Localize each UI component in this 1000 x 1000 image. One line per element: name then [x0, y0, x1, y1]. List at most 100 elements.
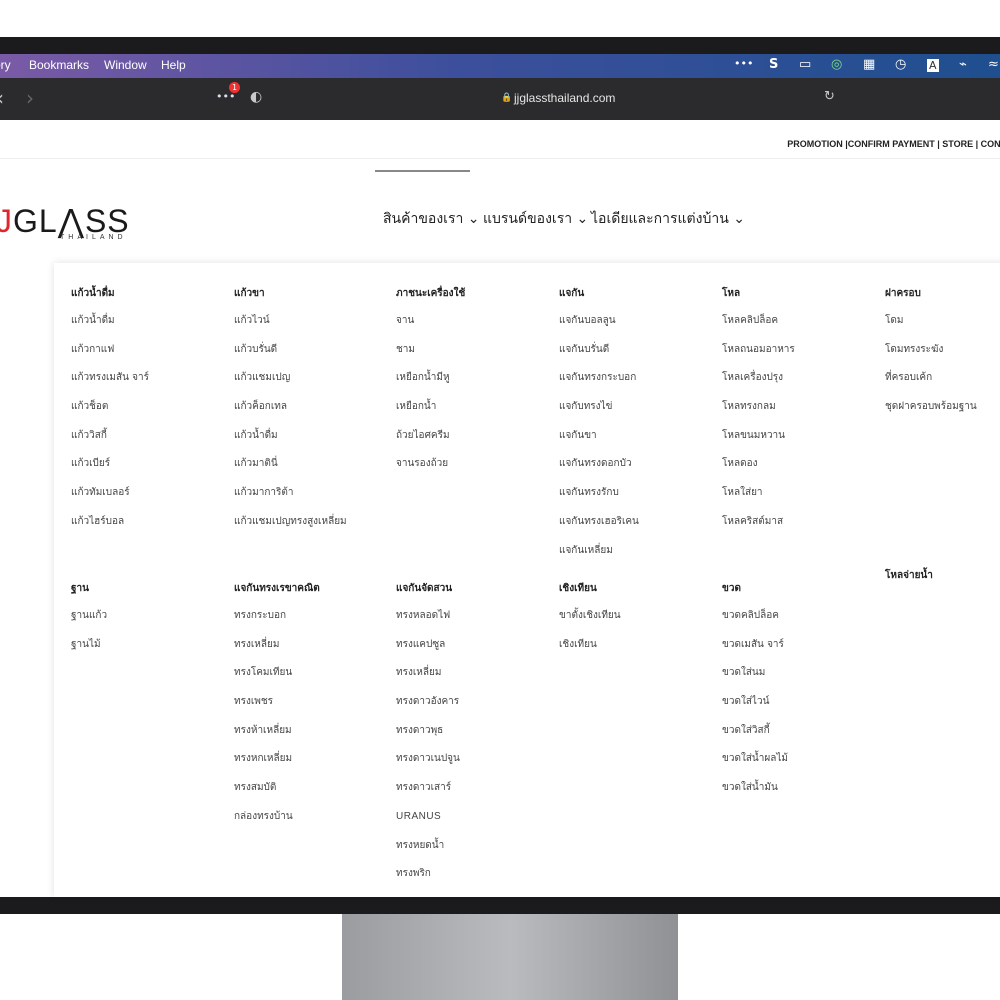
- menu-column-heading[interactable]: ภาชนะเครื่องใช้: [396, 286, 556, 304]
- menu-link[interactable]: แจกันทรงดอกบัว: [559, 457, 719, 486]
- menu-link[interactable]: ทรงหลอดไฟ: [396, 609, 556, 638]
- menu-link[interactable]: แก้วเบียร์: [71, 457, 231, 486]
- forward-icon[interactable]: ›: [26, 86, 34, 110]
- menu-column-heading[interactable]: ฐาน: [71, 581, 231, 599]
- menu-help[interactable]: Help: [161, 58, 186, 72]
- menu-column-heading[interactable]: แก้วขา: [234, 286, 394, 304]
- menu-link[interactable]: ทรงดาวอังคาร: [396, 695, 556, 724]
- text-icon[interactable]: A: [927, 59, 939, 72]
- menu-link[interactable]: ขวดใส่ไวน์: [722, 695, 882, 724]
- wifi-off-icon[interactable]: ⌁: [959, 57, 967, 72]
- menu-link[interactable]: ทรงเพชร: [234, 695, 394, 724]
- menu-link[interactable]: ขวดเมสัน จาร์: [722, 638, 882, 667]
- menu-link[interactable]: URANUS: [396, 810, 556, 839]
- menu-link[interactable]: ทรงหกเหลี่ยม: [234, 752, 394, 781]
- menu-link[interactable]: แก้วน้ำดื่ม: [234, 429, 394, 458]
- menu-bookmarks[interactable]: Bookmarks: [29, 58, 89, 72]
- menu-link[interactable]: ทรงดาวเสาร์: [396, 781, 556, 810]
- nav-ideas-decor[interactable]: ไอเดียและการแต่งบ้าน ⌄: [591, 208, 745, 230]
- menu-link[interactable]: โหลดอง: [722, 457, 882, 486]
- menu-link[interactable]: ทรงเหลี่ยม: [234, 638, 394, 667]
- menu-link[interactable]: ทรงกระบอก: [234, 609, 394, 638]
- url-field[interactable]: jjglassthailand.com: [514, 91, 615, 105]
- menu-link[interactable]: ถ้วยไอศครีม: [396, 429, 556, 458]
- menu-link[interactable]: เหยือกน้ำมีหู: [396, 371, 556, 400]
- cast-icon[interactable]: ▭: [799, 57, 811, 72]
- menu-link[interactable]: ขาตั้งเชิงเทียน: [559, 609, 719, 638]
- menu-link[interactable]: แก้วกาแฟ: [71, 343, 231, 372]
- menu-link[interactable]: แก้วทรงเมสัน จาร์: [71, 371, 231, 400]
- menu-column-heading[interactable]: แจกัน: [559, 286, 719, 304]
- menu-column-heading[interactable]: โหลจ่ายน้ำ: [885, 568, 1000, 586]
- history-icon[interactable]: ◷: [895, 57, 906, 72]
- menu-column-heading[interactable]: ฝาครอบ: [885, 286, 1000, 304]
- menu-link[interactable]: แก้วช็อต: [71, 400, 231, 429]
- layout-icon[interactable]: ▦: [863, 57, 875, 72]
- menu-column-heading[interactable]: ขวด: [722, 581, 882, 599]
- menu-link[interactable]: แก้วมาการิต้า: [234, 486, 394, 515]
- menu-link[interactable]: ทรงห้าเหลี่ยม: [234, 724, 394, 753]
- menu-window[interactable]: Window: [104, 58, 147, 72]
- menu-link[interactable]: ทรงสมบัติ: [234, 781, 394, 810]
- menu-link[interactable]: ฐานไม้: [71, 638, 231, 667]
- menu-link[interactable]: ขวดใส่วิสกี้: [722, 724, 882, 753]
- menu-link[interactable]: ทรงแคปซูล: [396, 638, 556, 667]
- nav-our-products[interactable]: สินค้าของเรา ⌄: [383, 208, 480, 230]
- chat-icon[interactable]: ◎: [831, 57, 842, 72]
- menu-link[interactable]: แจกันขา: [559, 429, 719, 458]
- menu-column-heading[interactable]: เชิงเทียน: [559, 581, 719, 599]
- menu-column-heading[interactable]: โหล: [722, 286, 882, 304]
- menu-link[interactable]: จานรองถ้วย: [396, 457, 556, 486]
- flag-icon[interactable]: ≈: [988, 57, 999, 72]
- menu-link[interactable]: จาน: [396, 314, 556, 343]
- menu-column-heading[interactable]: แก้วน้ำดื่ม: [71, 286, 231, 304]
- menu-link[interactable]: ชุดฝาครอบพร้อมฐาน: [885, 400, 1000, 429]
- menu-link[interactable]: ทรงดาวพุธ: [396, 724, 556, 753]
- menu-link[interactable]: ทรงโคมเทียน: [234, 666, 394, 695]
- menu-link[interactable]: ฐานแก้ว: [71, 609, 231, 638]
- menu-link[interactable]: ขวดคลิปล็อค: [722, 609, 882, 638]
- menu-link[interactable]: โหลขนมหวาน: [722, 429, 882, 458]
- back-icon[interactable]: ‹: [0, 86, 4, 110]
- menu-history[interactable]: ory: [0, 58, 11, 72]
- menu-link[interactable]: แก้วแชมเปญทรงสูงเหลี่ยม: [234, 515, 394, 544]
- menu-link[interactable]: แก้วไฮร์บอล: [71, 515, 231, 544]
- menu-link[interactable]: ชาม: [396, 343, 556, 372]
- menu-link[interactable]: แก้วค็อกเทล: [234, 400, 394, 429]
- menu-link[interactable]: โดม: [885, 314, 1000, 343]
- menu-link[interactable]: ทรงพริก: [396, 867, 556, 896]
- top-links[interactable]: PROMOTION |CONFIRM PAYMENT | STORE | CON…: [787, 139, 1000, 149]
- menu-link[interactable]: แก้วไวน์: [234, 314, 394, 343]
- more-icon[interactable]: •••: [734, 57, 753, 70]
- menu-link[interactable]: กล่องทรงบ้าน: [234, 810, 394, 839]
- menu-link[interactable]: แจกับทรงไข่: [559, 400, 719, 429]
- menu-link[interactable]: โหลถนอมอาหาร: [722, 343, 882, 372]
- menu-link[interactable]: โหลทรงกลม: [722, 400, 882, 429]
- menu-link[interactable]: แจกันทรงกระบอก: [559, 371, 719, 400]
- menu-link[interactable]: โหลเครื่องปรุง: [722, 371, 882, 400]
- menu-link[interactable]: ขวดใส่น้ำผลไม้: [722, 752, 882, 781]
- menu-link[interactable]: แก้วแชมเปญ: [234, 371, 394, 400]
- menu-link[interactable]: แก้วมาตินี่: [234, 457, 394, 486]
- menu-link[interactable]: โหลใส่ยา: [722, 486, 882, 515]
- menu-link[interactable]: ที่ครอบเค้ก: [885, 371, 1000, 400]
- menu-link[interactable]: เหยือกน้ำ: [396, 400, 556, 429]
- menu-link[interactable]: แจกันบอลลูน: [559, 314, 719, 343]
- menu-link[interactable]: โหลคริสต์มาส: [722, 515, 882, 544]
- menu-link[interactable]: เชิงเทียน: [559, 638, 719, 667]
- menu-link[interactable]: แก้วน้ำดื่ม: [71, 314, 231, 343]
- menu-link[interactable]: แจกันบรั่นดี: [559, 343, 719, 372]
- menu-link[interactable]: ทรงหยดน้ำ: [396, 839, 556, 868]
- menu-link[interactable]: ทรงดาวเนปจูน: [396, 752, 556, 781]
- menu-link[interactable]: แจกันเหลี่ยม: [559, 544, 719, 573]
- nav-our-brands[interactable]: แบรนด์ของเรา ⌄: [483, 208, 588, 230]
- site-logo[interactable]: JGL⋀SS: [0, 205, 130, 237]
- menu-link[interactable]: แก้ววิสกี้: [71, 429, 231, 458]
- s-app-icon[interactable]: S: [769, 57, 778, 72]
- menu-link[interactable]: โดมทรงระฆัง: [885, 343, 1000, 372]
- menu-column-heading[interactable]: แจกันจัดสวน: [396, 581, 556, 599]
- menu-link[interactable]: แก้วทัมเบลอร์: [71, 486, 231, 515]
- menu-link[interactable]: แก้วบรั่นดี: [234, 343, 394, 372]
- menu-column-heading[interactable]: แจกันทรงเรขาคณิต: [234, 581, 394, 599]
- menu-link[interactable]: โหลคลิปล็อค: [722, 314, 882, 343]
